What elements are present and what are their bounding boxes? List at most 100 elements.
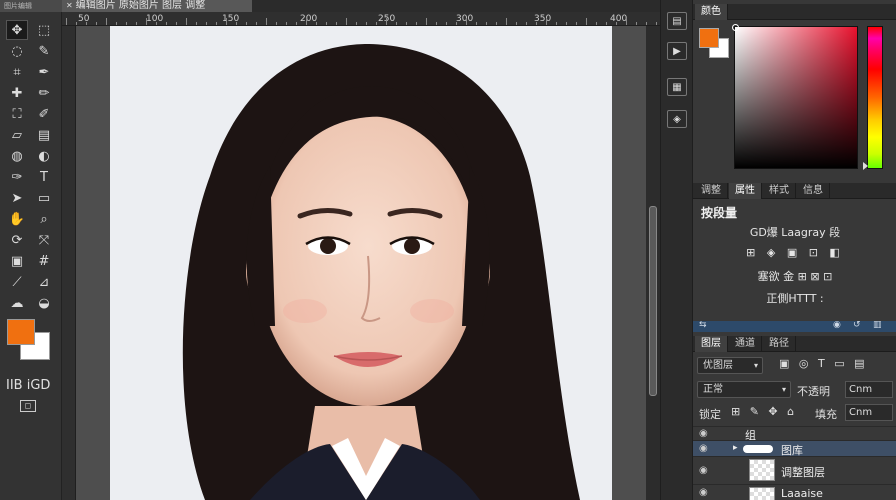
layer-row-selected[interactable]: ◉ ▸ 图库 bbox=[693, 440, 896, 457]
color-field-cursor[interactable] bbox=[732, 24, 739, 31]
layer-name: 调整图层 bbox=[781, 466, 825, 479]
ruler-mark bbox=[226, 18, 227, 25]
properties-line: GD爆 Laagray 段 bbox=[749, 226, 841, 239]
type-icon[interactable]: T bbox=[33, 167, 55, 187]
ruler-mark bbox=[306, 18, 307, 25]
layer-thumbnail bbox=[749, 487, 775, 500]
hue-slider[interactable] bbox=[867, 26, 883, 169]
eye-icon[interactable]: ◉ bbox=[699, 465, 708, 476]
blur-icon[interactable]: ◍ bbox=[6, 146, 28, 166]
stamp-icon[interactable]: ⛶ bbox=[6, 104, 28, 124]
ruler-mark bbox=[196, 22, 197, 25]
link-icon[interactable]: ⇆ bbox=[699, 320, 707, 330]
document-workspace[interactable] bbox=[76, 26, 646, 500]
ruler-mark bbox=[506, 18, 507, 25]
tab-styles[interactable]: 样式 bbox=[763, 183, 796, 199]
count-icon[interactable]: # bbox=[33, 251, 55, 271]
sponge-icon[interactable]: ◒ bbox=[33, 293, 55, 313]
foreground-color-swatch[interactable] bbox=[7, 319, 35, 345]
layer-filter-select[interactable]: 优图层 ▾ bbox=[697, 357, 763, 374]
smudge-icon[interactable]: ☁ bbox=[6, 293, 28, 313]
properties-line: 正側HTTT : bbox=[766, 292, 824, 305]
ruler-mark bbox=[396, 22, 397, 25]
disclosure-icon[interactable]: ▸ bbox=[733, 443, 738, 453]
color-panel-foreground-swatch[interactable] bbox=[699, 28, 719, 48]
layer-row[interactable]: ◉ 组 bbox=[693, 426, 896, 442]
hue-slider-marker[interactable] bbox=[863, 162, 868, 170]
opacity-input[interactable]: Cnm bbox=[845, 381, 893, 398]
ruler-mark bbox=[156, 22, 157, 25]
eye-icon[interactable]: ◉ bbox=[699, 487, 708, 498]
eyedropper-icon[interactable]: ✒ bbox=[33, 62, 55, 82]
ruler-icon[interactable]: ⊿ bbox=[33, 272, 55, 292]
layer-row[interactable]: ◉ 调整图层 bbox=[693, 456, 896, 484]
quick-select-icon[interactable]: ✎ bbox=[33, 41, 55, 61]
slice-icon[interactable]: ⟋ bbox=[6, 272, 28, 292]
tab-color[interactable]: 颜色 bbox=[695, 4, 728, 20]
layer-thumbnail bbox=[749, 459, 775, 481]
swatches-icon[interactable]: ▦ bbox=[667, 78, 687, 96]
tab-paths[interactable]: 路径 bbox=[763, 336, 796, 352]
history-brush-icon[interactable]: ✐ bbox=[33, 104, 55, 124]
layer-row[interactable]: ◉ Laaaise bbox=[693, 484, 896, 500]
group-folder-icon bbox=[743, 445, 773, 453]
tab-layers[interactable]: 图层 bbox=[695, 336, 728, 352]
shape-icon[interactable]: ▭ bbox=[33, 188, 55, 208]
lasso-icon[interactable]: ◌ bbox=[6, 41, 28, 61]
scrollbar-thumb[interactable] bbox=[649, 206, 657, 396]
vertical-scrollbar[interactable] bbox=[646, 26, 660, 500]
crop-icon[interactable]: ⌗ bbox=[6, 62, 28, 82]
3d-rotate-icon[interactable]: ⟳ bbox=[6, 230, 28, 250]
path-select-icon[interactable]: ➤ bbox=[6, 188, 28, 208]
ruler-mark bbox=[436, 22, 437, 25]
tab-properties[interactable]: 属性 bbox=[729, 183, 762, 199]
marquee-icon[interactable]: ⬚ bbox=[33, 20, 55, 40]
styles-icon[interactable]: ◈ bbox=[667, 110, 687, 128]
pen-icon[interactable]: ✑ bbox=[6, 167, 28, 187]
horizontal-ruler: 50 100 150 200 250 300 350 400 bbox=[62, 12, 660, 26]
ruler-mark bbox=[166, 22, 167, 25]
ruler-mark bbox=[266, 18, 267, 25]
app-menu[interactable]: 图片编辑 bbox=[0, 0, 62, 12]
zoom-icon[interactable]: ⌕ bbox=[33, 209, 55, 229]
trash-icon[interactable]: ▥ bbox=[873, 320, 882, 330]
ruler-mark bbox=[176, 22, 177, 25]
document-tab[interactable]: ✕ 编辑图片 原始图片 图层 调整 bbox=[62, 0, 252, 12]
image-canvas[interactable] bbox=[110, 26, 612, 500]
note-icon[interactable]: ▣ bbox=[6, 251, 28, 271]
ruler-mark bbox=[356, 22, 357, 25]
visibility-icon[interactable]: ◉ bbox=[833, 320, 841, 330]
ruler-mark bbox=[566, 22, 567, 25]
healing-icon[interactable]: ✚ bbox=[6, 83, 28, 103]
history-icon[interactable]: ▤ bbox=[667, 12, 687, 30]
eraser-icon[interactable]: ▱ bbox=[6, 125, 28, 145]
move-icon[interactable]: ✥ bbox=[6, 20, 28, 40]
close-icon[interactable]: ✕ bbox=[66, 1, 73, 10]
eye-icon[interactable]: ◉ bbox=[699, 428, 708, 439]
ruler-mark bbox=[346, 18, 347, 25]
ruler-mark bbox=[606, 22, 607, 25]
gradient-icon[interactable]: ▤ bbox=[33, 125, 55, 145]
ruler-mark bbox=[636, 22, 637, 25]
3d-pan-icon[interactable]: ⤧ bbox=[33, 230, 55, 250]
layer-filter-icons[interactable]: ▣ ◎ T ▭ ▤ bbox=[779, 357, 867, 370]
brush-icon[interactable]: ✏ bbox=[33, 83, 55, 103]
dodge-icon[interactable]: ◐ bbox=[33, 146, 55, 166]
eye-icon[interactable]: ◉ bbox=[699, 443, 708, 454]
reset-icon[interactable]: ↺ bbox=[853, 320, 861, 330]
lock-icons[interactable]: ⊞ ✎ ✥ ⌂ bbox=[731, 405, 797, 418]
hand-icon[interactable]: ✋ bbox=[6, 209, 28, 229]
color-field[interactable] bbox=[732, 24, 858, 169]
tab-adjustments[interactable]: 调整 bbox=[695, 183, 728, 199]
blend-mode-select[interactable]: 正常 ▾ bbox=[697, 381, 791, 398]
fill-input[interactable]: Cnm bbox=[845, 404, 893, 421]
ruler-mark bbox=[86, 22, 87, 25]
tab-channels[interactable]: 通道 bbox=[729, 336, 762, 352]
tab-info[interactable]: 信息 bbox=[797, 183, 830, 199]
ruler-mark bbox=[526, 22, 527, 25]
properties-icon-row[interactable]: ⊞ ◈ ▣ ⊡ ◧ bbox=[693, 246, 896, 259]
actions-icon[interactable]: ▶ bbox=[667, 42, 687, 60]
ruler-mark bbox=[186, 18, 187, 25]
quick-mask-icon[interactable]: ◻ bbox=[20, 400, 36, 412]
chevron-down-icon: ▾ bbox=[753, 361, 758, 370]
